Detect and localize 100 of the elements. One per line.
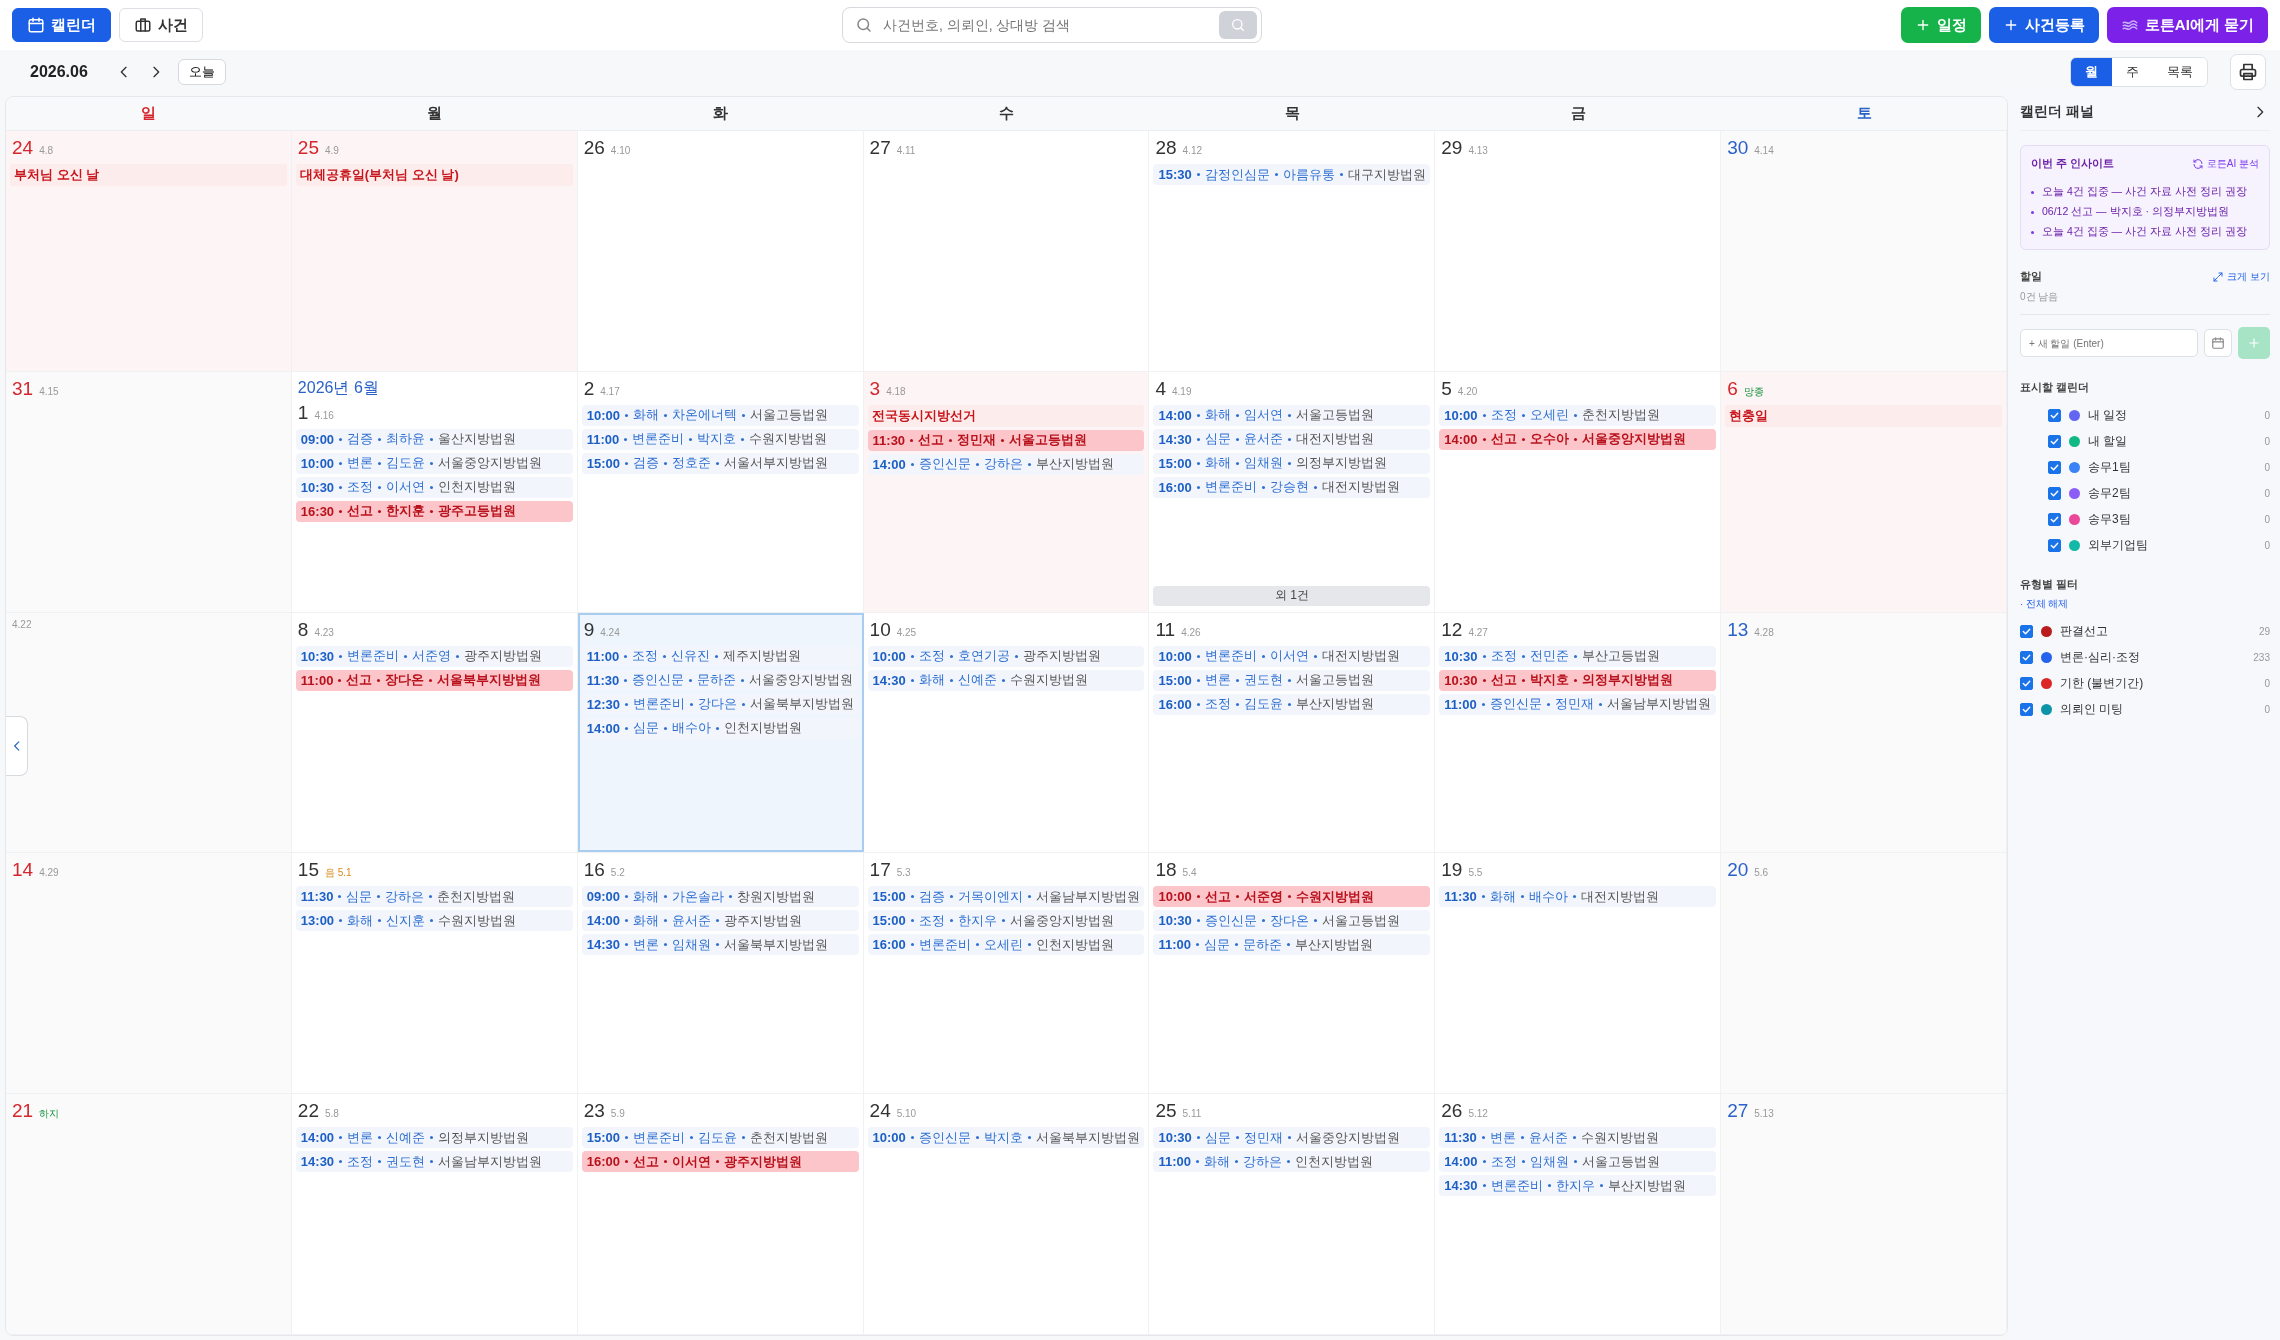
calendar-event[interactable]: 11:30 심문 강하은 춘천지방법원 [295,886,573,908]
calendar-event[interactable]: 09:00 화해 가온솔라 창원지방법원 [581,886,859,908]
calendar-event[interactable]: 10:30 조정 이서연 인천지방법원 [295,476,573,498]
calendar-event[interactable]: 16:00 조정 김도윤 부산지방법원 [1153,693,1431,715]
checkbox[interactable] [2048,539,2061,552]
day-cell[interactable]: 6 망종 현충일 [1721,371,2007,612]
day-cell[interactable]: 4 4.19 14:00 화해 임서연 서울고등법원 14:30 심문 윤서준 대전지방법원 15:00 화해 임채원 의정부지방법원 16:00 변론준비 강승현 대전지방법원 외 1건 [1149,371,1436,612]
search-field[interactable]: 사건번호, 의뢰인, 상대방 검색 [880,16,1211,34]
calendar-event[interactable]: 10:00 증인신문 박지호 서울북부지방법원 [867,1127,1145,1149]
calendar-event[interactable]: 15:00 검증 거목이엔지 서울남부지방법원 [867,886,1145,908]
expand-link[interactable]: 크게 보기 [2212,270,2270,284]
calendar-event[interactable]: 10:30 심문 정민재 서울중앙지방법원 [1153,1127,1431,1149]
calendar-event[interactable]: 14:30 변론 임채원 서울북부지방법원 [581,934,859,956]
analyze-button[interactable]: 로튼AI 분석 [2191,156,2259,171]
calendar-event[interactable]: 15:00 변론준비 김도윤 춘천지방법원 [581,1127,859,1149]
day-cell[interactable]: 27 4.11 [863,131,1150,371]
checkbox[interactable] [2048,513,2061,526]
action-button[interactable]: 로튼AI에게 묻기 [2106,7,2268,43]
calendar-event[interactable]: 11:30 선고 정민재 서울고등법원 [867,429,1145,451]
day-cell[interactable]: 2 4.17 10:00 화해 차온에너텍 서울고등법원 11:00 변론준비 박지호 수원지방법원 15:00 검증 정호준 서울서부지방법원 [577,371,864,612]
calendar-event[interactable]: 10:30 조정 전민준 부산고등법원 [1439,645,1717,667]
checkbox[interactable] [2048,461,2061,474]
calendar-event[interactable]: 13:00 화해 신지훈 수원지방법원 [295,910,573,932]
calendar-event[interactable]: 11:30 변론 윤서준 수원지방법원 [1439,1127,1717,1149]
clear-all-link[interactable]: · 전체 해제 [2020,598,2069,611]
calendar-event[interactable]: 14:00 조정 임채원 서울고등법원 [1439,1151,1717,1173]
day-cell[interactable]: 12 4.27 10:30 조정 전민준 부산고등법원 10:30 선고 박지호 의정부지방법원 11:00 증인신문 정민재 서울남부지방법원 [1435,612,1722,853]
day-cell[interactable]: 21 하지 [6,1094,292,1334]
day-cell[interactable]: 19 5.5 11:30 화해 배수아 대전지방법원 [1435,853,1722,1094]
day-cell[interactable]: 2026년 6월 1 4.16 09:00 검증 최하윤 울산지방법원 10:00 변론 김도윤 서울중앙지방법원 10:30 조정 이서연 인천지방법원 16:30 선고 한지훈 광주고등법원 [291,371,578,612]
todo-input-field[interactable]: + 새 할일 (Enter) [2020,329,2198,357]
calendar-event[interactable]: 14:00 선고 오수아 서울중앙지방법원 [1439,428,1717,450]
day-cell[interactable]: 25 4.9 대체공휴일(부처님 오신 날) [291,131,578,371]
calendar-event[interactable]: 11:00 심문 문하준 부산지방법원 [1153,934,1431,956]
day-cell[interactable]: 25 5.11 10:30 심문 정민재 서울중앙지방법원 11:00 화해 강하은 인천지방법원 [1149,1094,1436,1334]
calendar-event[interactable]: 10:00 변론 김도윤 서울중앙지방법원 [295,452,573,474]
calendar-event[interactable]: 10:00 조정 호연기공 광주지방법원 [867,645,1145,667]
calendar-event[interactable]: 14:30 조정 권도현 서울남부지방법원 [295,1151,573,1173]
day-cell[interactable]: 10 4.25 10:00 조정 호연기공 광주지방법원 14:30 화해 신예준 수원지방법원 [863,612,1150,853]
day-cell[interactable]: 23 5.9 15:00 변론준비 김도윤 춘천지방법원 16:00 선고 이서연 광주지방법원 [577,1094,864,1334]
checkbox[interactable] [2048,435,2061,448]
day-cell[interactable]: 24 4.8 부처님 오신 날 [6,131,292,371]
day-cell[interactable]: 18 5.4 10:00 선고 서준영 수원지방법원 10:30 증인신문 장다온 서울고등법원 11:00 심문 문하준 부산지방법원 [1149,853,1436,1094]
calendar-event[interactable]: 14:00 화해 윤서준 광주지방법원 [581,910,859,932]
calendar-event[interactable]: 16:30 선고 한지훈 광주고등법원 [295,500,573,522]
day-cell[interactable]: 22 5.8 14:00 변론 신예준 의정부지방법원 14:30 조정 권도현 서울남부지방법원 [291,1094,578,1334]
checkbox[interactable] [2020,677,2033,690]
calendar-event[interactable]: 15:00 검증 정호준 서울서부지방법원 [581,452,859,474]
calendar-event[interactable]: 10:00 화해 차온에너텍 서울고등법원 [581,404,859,426]
day-cell[interactable]: 16 5.2 09:00 화해 가온솔라 창원지방법원 14:00 화해 윤서준 광주지방법원 14:30 변론 임채원 서울북부지방법원 [577,853,864,1094]
calendar-event[interactable]: 10:00 선고 서준영 수원지방법원 [1153,886,1431,908]
day-cell[interactable]: 3 4.18 전국동시지방선거 11:30 선고 정민재 서울고등법원 14:00 증인신문 강하은 부산지방법원 [863,371,1150,612]
today-button[interactable]: 오늘 [177,59,226,85]
calendar-event[interactable]: 16:00 선고 이서연 광주지방법원 [581,1151,859,1173]
view-tab[interactable]: 월 [2071,58,2112,86]
day-cell[interactable]: 11 4.26 10:00 변론준비 이서연 대전지방법원 15:00 변론 권도현 서울고등법원 16:00 조정 김도윤 부산지방법원 [1149,612,1436,853]
calendar-event[interactable]: 10:30 변론준비 서준영 광주지방법원 [295,645,573,667]
checkbox[interactable] [2048,409,2061,422]
more-events-button[interactable]: 외 1건 [1153,585,1431,606]
day-cell[interactable]: 13 4.28 [1721,612,2007,853]
calendar-event[interactable]: 11:30 화해 배수아 대전지방법원 [1439,886,1717,908]
day-cell[interactable]: 26 5.12 11:30 변론 윤서준 수원지방법원 14:00 조정 임채원 서울고등법원 14:30 변론준비 한지우 부산지방법원 [1435,1094,1722,1334]
calendar-event[interactable]: 10:30 선고 박지호 의정부지방법원 [1439,669,1717,691]
calendar-event[interactable]: 14:00 화해 임서연 서울고등법원 [1153,404,1431,426]
date-picker-button[interactable] [2204,329,2232,357]
calendar-event[interactable]: 16:00 변론준비 강승현 대전지방법원 [1153,476,1431,498]
calendar-event[interactable]: 11:30 증인신문 문하준 서울중앙지방법원 [581,669,859,691]
day-cell[interactable]: 20 5.6 [1721,853,2007,1094]
calendar-event[interactable]: 10:00 조정 오세린 춘천지방법원 [1439,404,1717,426]
calendar-event[interactable]: 11:00 화해 강하은 인천지방법원 [1153,1151,1431,1173]
checkbox[interactable] [2048,487,2061,500]
calendar-event[interactable]: 11:00 조정 신유진 제주지방법원 [581,645,859,667]
search-bar[interactable]: 사건번호, 의뢰인, 상대방 검색 [841,7,1262,43]
day-cell[interactable]: 15 음 5.1 11:30 심문 강하은 춘천지방법원 13:00 화해 신지훈 수원지방법원 [291,853,578,1094]
calendar-event[interactable]: 09:00 검증 최하윤 울산지방법원 [295,428,573,450]
calendar-event[interactable]: 14:30 변론준비 한지우 부산지방법원 [1439,1175,1717,1197]
calendar-event[interactable]: 12:30 변론준비 강다은 서울북부지방법원 [581,693,859,715]
day-cell[interactable]: 8 4.23 10:30 변론준비 서준영 광주지방법원 11:00 선고 장다온 서울북부지방법원 [291,612,578,853]
day-cell[interactable]: 30 4.14 [1721,131,2007,371]
nav-tab[interactable]: 사건 [119,8,203,42]
calendar-event[interactable]: 15:00 변론 권도현 서울고등법원 [1153,669,1431,691]
nav-tab[interactable]: 캘린더 [12,8,111,42]
calendar-event[interactable]: 14:30 심문 윤서준 대전지방법원 [1153,428,1431,450]
calendar-event[interactable]: 10:00 변론준비 이서연 대전지방법원 [1153,645,1431,667]
action-button[interactable]: 사건등록 [1988,7,2099,43]
calendar-event[interactable]: 15:00 조정 한지우 서울중앙지방법원 [867,910,1145,932]
day-cell[interactable]: 9 4.24 11:00 조정 신유진 제주지방법원 11:30 증인신문 문하준 서울중앙지방법원 12:30 변론준비 강다은 서울북부지방법원 14:00 심문 배수아 인천지방법원 [577,612,864,853]
checkbox[interactable] [2020,625,2033,638]
calendar-event[interactable]: 15:00 화해 임채원 의정부지방법원 [1153,452,1431,474]
day-cell[interactable]: 17 5.3 15:00 검증 거목이엔지 서울남부지방법원 15:00 조정 한지우 서울중앙지방법원 16:00 변론준비 오세린 인천지방법원 [863,853,1150,1094]
day-cell[interactable]: 14 4.29 [6,853,292,1094]
calendar-event[interactable]: 14:00 심문 배수아 인천지방법원 [581,717,859,739]
calendar-event[interactable]: 16:00 변론준비 오세린 인천지방법원 [867,934,1145,956]
day-cell[interactable]: 26 4.10 [577,131,864,371]
calendar-event[interactable]: 14:00 변론 신예준 의정부지방법원 [295,1127,573,1149]
calendar-event[interactable]: 14:00 증인신문 강하은 부산지방법원 [867,453,1145,475]
calendar-event[interactable]: 11:00 증인신문 정민재 서울남부지방법원 [1439,693,1717,715]
calendar-event[interactable]: 11:00 선고 장다온 서울북부지방법원 [295,669,573,691]
checkbox[interactable] [2020,703,2033,716]
calendar-event[interactable]: 15:30 감정인심문 아름유통 대구지방법원 [1153,164,1431,185]
